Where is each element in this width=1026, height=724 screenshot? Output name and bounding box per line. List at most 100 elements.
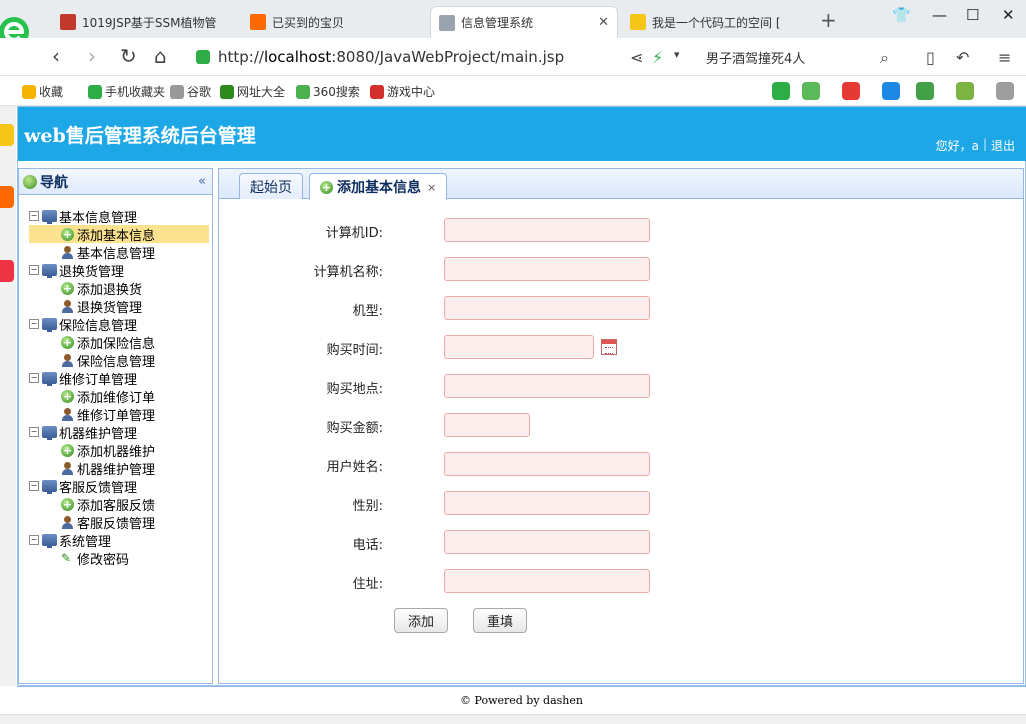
speed-icon[interactable]: ⚡: [652, 48, 663, 67]
tree-item[interactable]: 客服反馈管理: [29, 513, 209, 532]
tree-item[interactable]: + 添加客服反馈: [29, 495, 209, 514]
browser-status-bar: [0, 714, 1026, 724]
tree-item[interactable]: + 添加保险信息: [29, 333, 209, 352]
game-icon[interactable]: [916, 82, 934, 100]
collapse-icon[interactable]: «: [198, 174, 206, 189]
browser-side-panel: [0, 106, 16, 686]
field-label: 购买时间:: [326, 343, 383, 358]
tab-favicon-icon: [250, 14, 266, 30]
tree-group[interactable]: − 客服反馈管理: [29, 477, 209, 496]
skin-icon[interactable]: 👕: [892, 6, 911, 24]
bookmark-item[interactable]: 360搜索: [296, 83, 360, 100]
extension-green-icon[interactable]: [772, 82, 790, 100]
bookmark-item[interactable]: 手机收藏夹: [88, 83, 165, 100]
tree-item[interactable]: + 添加退换货: [29, 279, 209, 298]
tree-item[interactable]: + 添加机器维护: [29, 441, 209, 460]
bookmark-item[interactable]: 收藏: [22, 83, 63, 100]
search-ext-icon[interactable]: [882, 82, 900, 100]
form-input[interactable]: [444, 413, 530, 437]
back-icon[interactable]: ‹: [52, 44, 60, 68]
form-input[interactable]: [444, 452, 650, 476]
tree-group[interactable]: − 机器维护管理: [29, 423, 209, 442]
tab-favicon-icon: [60, 14, 76, 30]
undo-icon[interactable]: ↶: [956, 48, 969, 67]
bookmark-icon: [370, 84, 384, 99]
chevron-down-icon[interactable]: ▾: [674, 48, 680, 61]
search-field[interactable]: 男子酒驾撞死4人: [706, 43, 902, 71]
tree-item[interactable]: 机器维护管理: [29, 459, 209, 478]
form-row: 购买时间:: [219, 335, 1023, 361]
share-icon[interactable]: ⋖: [630, 48, 643, 67]
expand-toggle-icon[interactable]: −: [29, 211, 39, 221]
bookmark-item[interactable]: 网址大全: [220, 83, 285, 100]
form-input[interactable]: [444, 569, 650, 593]
tree-item[interactable]: 保险信息管理: [29, 351, 209, 370]
bookmark-item[interactable]: 谷歌: [170, 83, 211, 100]
browser-tab[interactable]: 1019JSP基于SSM植物管: [52, 6, 238, 38]
scissors-icon[interactable]: [842, 82, 860, 100]
form-input[interactable]: [444, 218, 650, 242]
search-icon[interactable]: ⌕: [880, 48, 889, 68]
tree-group[interactable]: − 退换货管理: [29, 261, 209, 280]
form-input[interactable]: [444, 257, 650, 281]
forward-icon[interactable]: ›: [88, 44, 96, 68]
logout-link[interactable]: 退出: [991, 137, 1015, 154]
money-icon[interactable]: [956, 82, 974, 100]
close-tab-icon[interactable]: ✕: [588, 15, 609, 30]
add-icon: +: [61, 335, 74, 349]
expand-toggle-icon[interactable]: −: [29, 481, 39, 491]
expand-toggle-icon[interactable]: −: [29, 535, 39, 545]
expand-toggle-icon[interactable]: −: [29, 319, 39, 329]
menu-icon[interactable]: ≡: [998, 48, 1011, 67]
tree-label: 维修订单管理: [59, 372, 138, 388]
side-favorite-icon[interactable]: [0, 124, 14, 146]
home-icon[interactable]: ⌂: [154, 44, 167, 68]
tree-label: 退换货管理: [77, 300, 143, 316]
expand-toggle-icon[interactable]: −: [29, 427, 39, 437]
browser-tab[interactable]: 我是一个代码工的空间 [: [622, 6, 812, 38]
tab-favicon-icon: [630, 14, 646, 30]
translate-icon[interactable]: [802, 82, 820, 100]
tree-item[interactable]: + 添加维修订单: [29, 387, 209, 406]
tree-item[interactable]: 维修订单管理: [29, 405, 209, 424]
tree-item[interactable]: 基本信息管理: [29, 243, 209, 262]
form-input[interactable]: [444, 374, 650, 398]
close-tab-icon[interactable]: ×: [427, 181, 436, 194]
maximize-icon[interactable]: ☐: [966, 6, 979, 24]
minimize-icon[interactable]: —: [932, 6, 947, 24]
content-tab[interactable]: + 添加基本信息 ×: [309, 173, 448, 200]
bookmark-item[interactable]: 游戏中心: [370, 83, 435, 100]
close-window-icon[interactable]: ✕: [1002, 6, 1015, 24]
side-app-icon[interactable]: [0, 260, 14, 282]
secure-shield-icon: [196, 50, 210, 64]
form-input[interactable]: [444, 491, 650, 515]
new-tab-icon[interactable]: +: [820, 8, 837, 32]
tree-group[interactable]: − 维修订单管理: [29, 369, 209, 388]
bookmarks-bar: 收藏 手机收藏夹 谷歌 网址大全 360搜索 游戏中心: [0, 76, 1026, 106]
form-input[interactable]: [444, 530, 650, 554]
submit-button[interactable]: 添加: [394, 608, 448, 633]
tree-group[interactable]: − 保险信息管理: [29, 315, 209, 334]
field-label: 性别:: [352, 499, 383, 514]
browser-tab[interactable]: 已买到的宝贝: [242, 6, 422, 38]
tree-item[interactable]: ✎ 修改密码: [29, 549, 209, 568]
content-tab[interactable]: 起始页: [239, 173, 303, 199]
mobile-icon[interactable]: ▯: [926, 48, 935, 67]
expand-toggle-icon[interactable]: −: [29, 265, 39, 275]
side-s-icon[interactable]: [0, 186, 14, 208]
form-input[interactable]: [444, 296, 650, 320]
browser-tab[interactable]: 信息管理系统 ✕: [430, 6, 618, 38]
field-label: 购买地点:: [326, 382, 383, 397]
form-input[interactable]: [444, 335, 594, 359]
calendar-icon[interactable]: [601, 339, 617, 355]
expand-toggle-icon[interactable]: −: [29, 373, 39, 383]
tree-item[interactable]: + 添加基本信息: [29, 225, 209, 244]
reset-button[interactable]: 重填: [473, 608, 527, 633]
url-field[interactable]: http://localhost:8080/JavaWebProject/mai…: [196, 43, 700, 71]
content-panel: 起始页 + 添加基本信息 × 计算机ID: 计算机名称: 机型: 购买时间: 购买地点: 购买金…: [218, 168, 1024, 684]
apps-icon[interactable]: [996, 82, 1014, 100]
tree-group[interactable]: − 基本信息管理: [29, 207, 209, 226]
tree-item[interactable]: 退换货管理: [29, 297, 209, 316]
tree-group[interactable]: − 系统管理: [29, 531, 209, 550]
reload-icon[interactable]: ↻: [120, 44, 137, 68]
